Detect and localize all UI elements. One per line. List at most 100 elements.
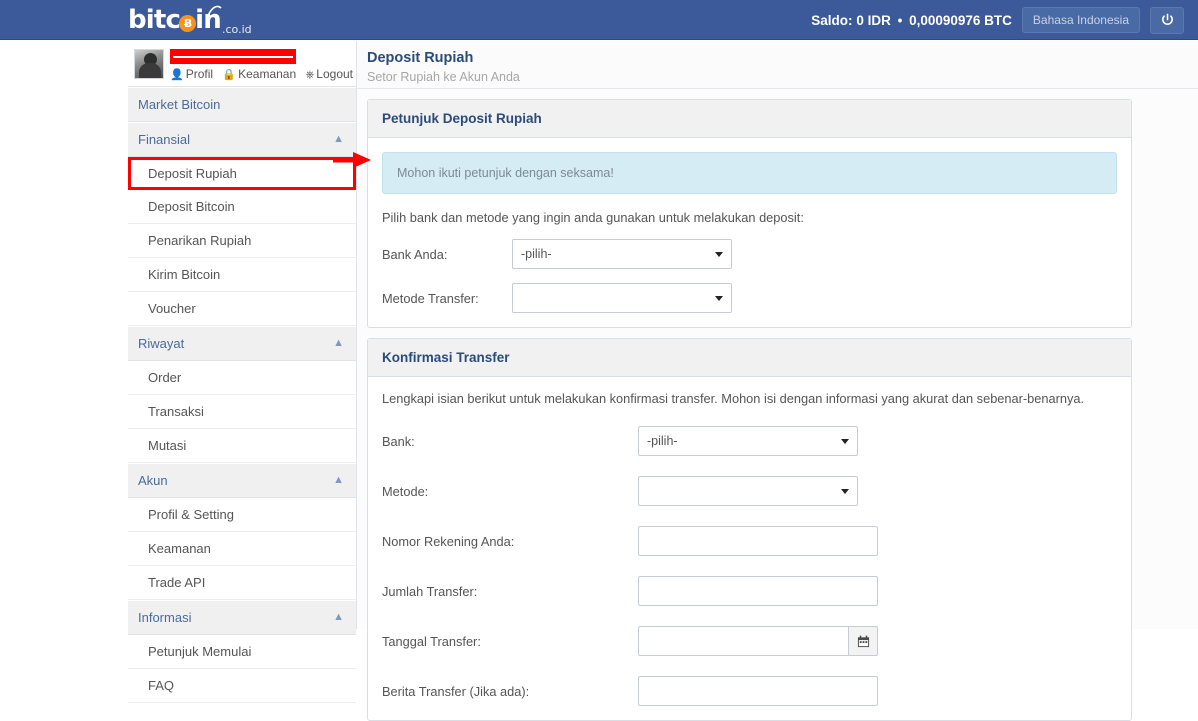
brand-wordmark: bitc Ƀin .co.id bbox=[128, 5, 252, 36]
chevron-down-icon bbox=[841, 439, 849, 444]
sidebar-item-label: Petunjuk Memulai bbox=[148, 644, 252, 660]
profile-link[interactable]: 👤 Profil bbox=[170, 67, 213, 81]
brand-logo[interactable]: bitc Ƀin .co.id bbox=[128, 4, 252, 36]
sidebar-section-label: Finansial bbox=[138, 132, 191, 148]
sidebar-item-penarikan-rupiah[interactable]: Penarikan Rupiah bbox=[128, 224, 356, 259]
sidebar-section-finansial[interactable]: Finansial ▲ bbox=[128, 122, 356, 158]
power-icon: ⎈ bbox=[305, 69, 315, 82]
logout-link-label: Logout bbox=[316, 67, 353, 82]
panel-konfirmasi-heading: Konfirmasi Transfer bbox=[368, 339, 1131, 377]
metode-select[interactable] bbox=[638, 476, 858, 506]
username-redacted bbox=[170, 49, 296, 65]
chevron-up-icon: ▲ bbox=[333, 611, 344, 624]
sidebar-item-deposit-bitcoin[interactable]: Deposit Bitcoin bbox=[128, 190, 356, 225]
sidebar-item-faq[interactable]: FAQ bbox=[128, 669, 356, 704]
panel-konfirmasi-body: Lengkapi isian berikut untuk melakukan k… bbox=[368, 377, 1131, 720]
brand-flourish-icon bbox=[206, 5, 222, 18]
sidebar-item-profil-setting[interactable]: Profil & Setting bbox=[128, 498, 356, 533]
bank-anda-label: Bank Anda: bbox=[382, 246, 448, 262]
instruction-text: Pilih bank dan metode yang ingin anda gu… bbox=[382, 210, 804, 225]
panel-petunjuk-deposit: Petunjuk Deposit Rupiah Mohon ikuti petu… bbox=[367, 99, 1132, 328]
sidebar-item-order[interactable]: Order bbox=[128, 361, 356, 396]
brand-suffix: .co.id bbox=[222, 23, 252, 36]
info-alert: Mohon ikuti petunjuk dengan seksama! bbox=[382, 152, 1117, 194]
panel-petunjuk-body: Mohon ikuti petunjuk dengan seksama! Pil… bbox=[368, 138, 1131, 327]
berita-transfer-label: Berita Transfer (Jika ada): bbox=[382, 683, 530, 699]
konfirmasi-description: Lengkapi isian berikut untuk melakukan k… bbox=[382, 391, 1085, 406]
top-navbar: bitc Ƀin .co.id Saldo: 0 IDR • 0,00090976 … bbox=[0, 0, 1198, 40]
sidebar-item-deposit-rupiah[interactable]: Deposit Rupiah bbox=[128, 157, 356, 191]
sidebar-item-trade-api[interactable]: Trade API bbox=[128, 566, 356, 601]
bitcoin-coin-icon: Ƀ bbox=[179, 15, 197, 32]
sidebar-item-label: Mutasi bbox=[148, 438, 187, 454]
sidebar-item-label: Penarikan Rupiah bbox=[148, 233, 252, 249]
calendar-button[interactable] bbox=[848, 626, 878, 656]
bank-label: Bank: bbox=[382, 433, 415, 449]
balance-separator: • bbox=[897, 12, 903, 28]
sidebar-item-keamanan[interactable]: Keamanan bbox=[128, 532, 356, 567]
balance-label: Saldo: bbox=[811, 12, 853, 28]
sidebar-item-label: Voucher bbox=[148, 301, 196, 317]
sidebar-section-riwayat[interactable]: Riwayat ▲ bbox=[128, 326, 356, 362]
nomor-rekening-input[interactable] bbox=[638, 526, 878, 556]
chevron-up-icon: ▲ bbox=[333, 474, 344, 487]
field-row-jumlah-transfer: Jumlah Transfer: bbox=[382, 576, 1117, 606]
calendar-icon bbox=[857, 635, 869, 647]
nomor-rekening-label: Nomor Rekening Anda: bbox=[382, 533, 515, 549]
sidebar-item-label: Order bbox=[148, 370, 182, 386]
balance-idr: 0 IDR bbox=[856, 12, 891, 28]
field-row-nomor-rekening: Nomor Rekening Anda: bbox=[382, 526, 1117, 556]
sidebar: 👤 Profil 🔒 Keamanan ⎈ Logout Market Bitcoin… bbox=[128, 41, 359, 704]
power-icon bbox=[1161, 13, 1173, 25]
sidebar-section-label: Informasi bbox=[138, 610, 192, 626]
sidebar-item-petunjuk-memulai[interactable]: Petunjuk Memulai bbox=[128, 635, 356, 670]
bank-anda-value: -pilih- bbox=[521, 247, 552, 261]
jumlah-transfer-label: Jumlah Transfer: bbox=[382, 583, 478, 599]
metode-transfer-select[interactable] bbox=[512, 283, 732, 313]
sidebar-item-mutasi[interactable]: Mutasi bbox=[128, 429, 356, 464]
metode-transfer-label: Metode Transfer: bbox=[382, 290, 479, 306]
logout-button[interactable] bbox=[1150, 6, 1184, 34]
panel-konfirmasi-transfer: Konfirmasi Transfer Lengkapi isian berik… bbox=[367, 338, 1132, 721]
sidebar-item-label: Deposit Rupiah bbox=[148, 166, 237, 182]
metode-label: Metode: bbox=[382, 483, 429, 499]
security-link-label: Keamanan bbox=[238, 67, 297, 82]
sidebar-item-label: Kirim Bitcoin bbox=[148, 267, 221, 283]
bank-anda-select[interactable]: -pilih- bbox=[512, 239, 732, 269]
sidebar-item-transaksi[interactable]: Transaksi bbox=[128, 395, 356, 430]
sidebar-section-label: Riwayat bbox=[138, 336, 185, 352]
panel-petunjuk-heading: Petunjuk Deposit Rupiah bbox=[368, 100, 1131, 138]
field-row-berita-transfer: Berita Transfer (Jika ada): bbox=[382, 676, 1117, 706]
language-button[interactable]: Bahasa Indonesia bbox=[1021, 7, 1140, 33]
lock-icon: 🔒 bbox=[222, 69, 237, 82]
balance-display: Saldo: 0 IDR • 0,00090976 BTC bbox=[811, 13, 1012, 28]
tanggal-transfer-input[interactable] bbox=[638, 626, 848, 656]
tanggal-transfer-group bbox=[638, 626, 878, 656]
sidebar-section-market-bitcoin[interactable]: Market Bitcoin bbox=[128, 87, 356, 123]
sidebar-section-akun[interactable]: Akun ▲ bbox=[128, 463, 356, 499]
page-header: Deposit Rupiah Setor Rupiah ke Akun Anda bbox=[357, 41, 1198, 89]
chevron-down-icon bbox=[715, 252, 723, 257]
security-link[interactable]: 🔒 Keamanan bbox=[222, 67, 296, 81]
chevron-down-icon bbox=[715, 296, 723, 301]
sidebar-item-kirim-bitcoin[interactable]: Kirim Bitcoin bbox=[128, 258, 356, 293]
main-content: Deposit Rupiah Setor Rupiah ke Akun Anda… bbox=[356, 41, 1198, 721]
sidebar-section-informasi[interactable]: Informasi ▲ bbox=[128, 600, 356, 636]
logout-link[interactable]: ⎈ Logout bbox=[305, 67, 353, 81]
berita-transfer-input[interactable] bbox=[638, 676, 878, 706]
chevron-down-icon bbox=[841, 489, 849, 494]
sidebar-section-label: Market Bitcoin bbox=[138, 97, 221, 113]
sidebar-item-voucher[interactable]: Voucher bbox=[128, 292, 356, 327]
profile-info: 👤 Profil 🔒 Keamanan ⎈ Logout bbox=[170, 47, 359, 82]
sidebar-item-label: Transaksi bbox=[148, 404, 204, 420]
bank-value: -pilih- bbox=[647, 434, 678, 448]
brand-text-before: bitc bbox=[128, 5, 181, 35]
profile-links: 👤 Profil 🔒 Keamanan ⎈ Logout bbox=[170, 67, 359, 82]
bank-select[interactable]: -pilih- bbox=[638, 426, 858, 456]
field-row-metode: Metode: bbox=[382, 476, 1117, 506]
avatar[interactable] bbox=[134, 49, 164, 79]
tanggal-transfer-label: Tanggal Transfer: bbox=[382, 633, 481, 649]
jumlah-transfer-input[interactable] bbox=[638, 576, 878, 606]
sidebar-nav: Market Bitcoin Finansial ▲ Deposit Rupia… bbox=[128, 86, 356, 704]
field-row-bank: Bank: -pilih- bbox=[382, 426, 1117, 456]
